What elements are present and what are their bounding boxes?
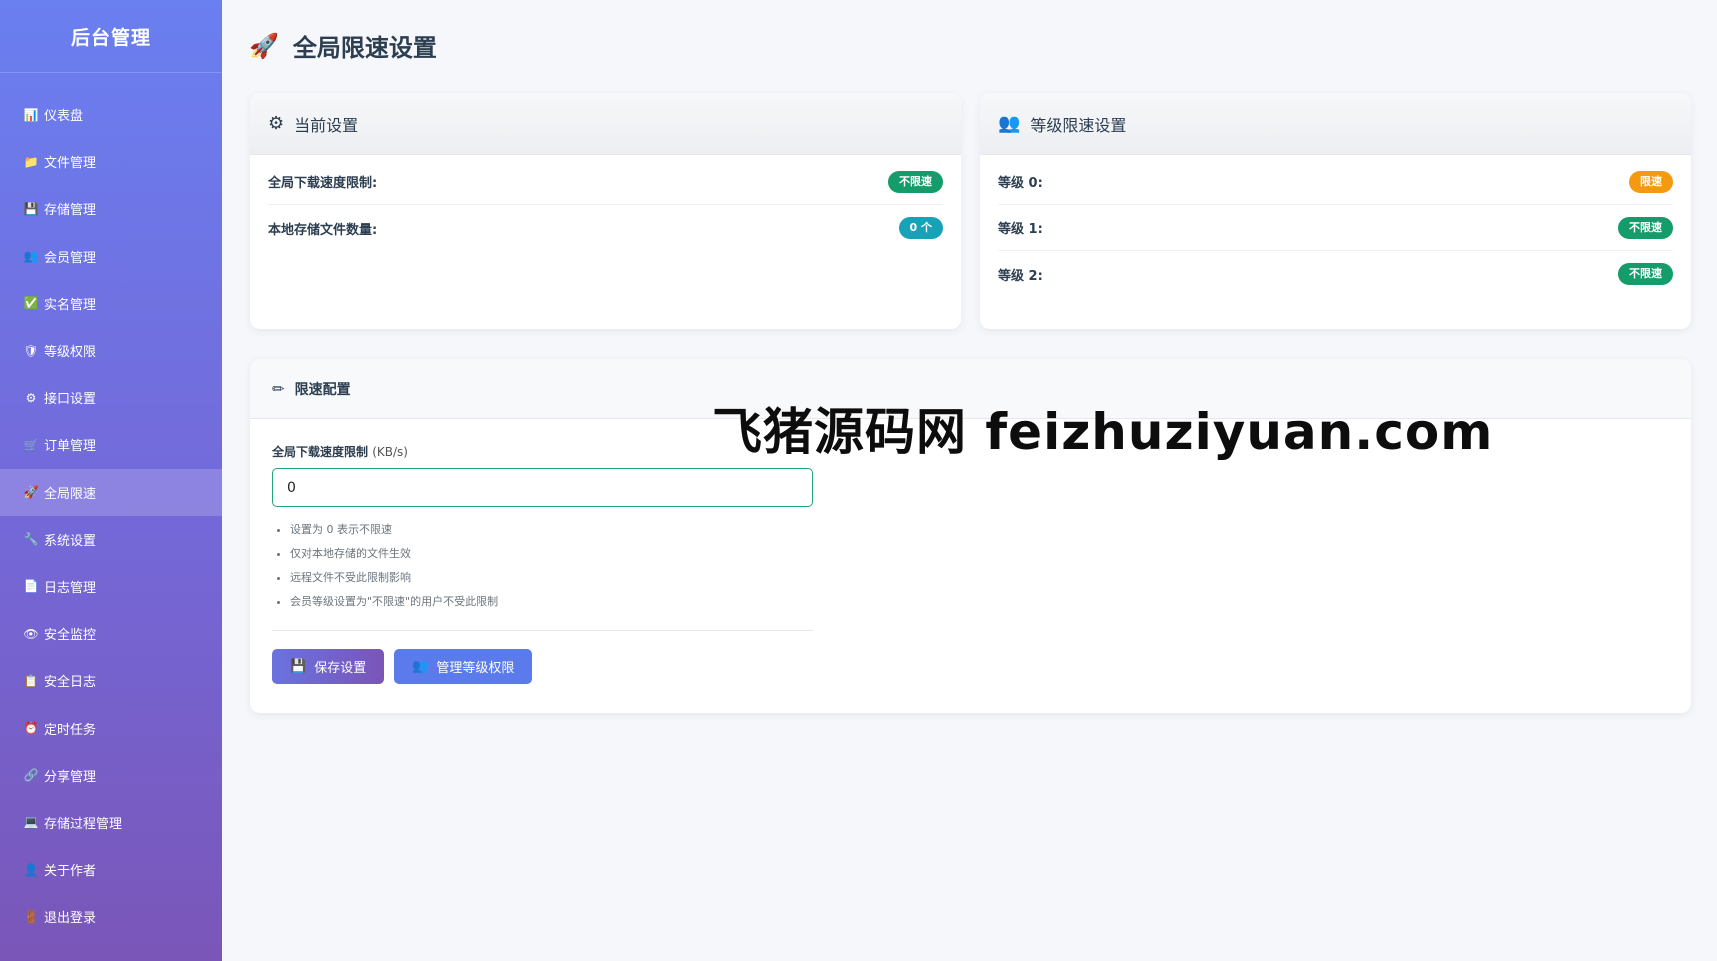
page-title: 全局限速设置 [292,34,437,62]
level-settings-card: 👥 等级限速设置 等级 0: 限速 等级 1: 不限速 等级 2: 不限速 [980,93,1691,329]
gear-icon: ⚙ [268,113,285,134]
sidebar-item-members[interactable]: 👥 会员管理 [0,233,222,280]
current-settings-card: ⚙ 当前设置 全局下载速度限制: 不限速 本地存储文件数量: 0 个 [250,93,961,329]
level-row-2: 等级 2: 不限速 [998,251,1673,297]
pencil-icon: ✏ [272,379,285,398]
alarm-clock-icon: ⏰ [23,721,39,736]
speed-config-title: 限速配置 [294,381,351,398]
sidebar-item-files[interactable]: 📁 文件管理 [0,138,222,185]
chart-icon: 📊 [23,107,39,122]
sidebar-item-logout[interactable]: 🚪 退出登录 [0,893,222,940]
brand-title: 后台管理 [0,0,222,73]
manage-levels-button[interactable]: 👥 管理等级权限 [394,649,533,684]
sidebar: 后台管理 📊 仪表盘 📁 文件管理 💾 存储管理 👥 会员管理 ✅ 实名管理 🛡 等级权限 … [0,0,222,961]
status-badge: 不限速 [1618,216,1673,239]
cart-icon: 🛒 [23,437,39,452]
hint-item: 会员等级设置为"不限速"的用户不受此限制 [290,590,1669,614]
button-group: 💾 保存设置 👥 管理等级权限 [272,649,1669,684]
speed-limit-input[interactable] [272,468,813,507]
sidebar-item-speed-limit[interactable]: 🚀 全局限速 [0,468,222,516]
eye-icon: 👁 [23,626,39,641]
document-icon: 📄 [23,579,39,594]
link-icon: 🔗 [23,768,39,783]
clipboard-icon: 📋 [23,673,39,688]
status-badge: 限速 [1629,170,1673,193]
sidebar-item-about[interactable]: 👤 关于作者 [0,846,222,893]
folder-icon: 📁 [23,154,39,169]
rocket-icon: 🚀 [249,31,279,60]
sidebar-item-security-log[interactable]: 📋 安全日志 [0,657,222,704]
user-icon: 👤 [23,862,39,877]
main-content: 🚀 全局限速设置 ⚙ 当前设置 全局下载速度限制: 不限速 本地存储文件数量: … [222,0,1717,961]
hint-item: 仅对本地存储的文件生效 [290,542,1669,566]
users-icon: 👥 [998,113,1021,134]
status-badge: 不限速 [1618,263,1673,285]
level-row-0: 等级 0: 限速 [998,159,1673,205]
hint-item: 远程文件不受此限制影响 [290,566,1669,590]
current-settings-header: ⚙ 当前设置 [250,93,961,155]
page-header: 🚀 全局限速设置 [249,28,437,63]
users-icon: 👥 [412,659,429,674]
setting-row-local-files: 本地存储文件数量: 0 个 [268,205,943,251]
hint-item: 设置为 0 表示不限速 [290,518,1669,542]
floppy-icon: 💾 [23,201,39,216]
check-icon: ✅ [23,296,39,311]
level-row-1: 等级 1: 不限速 [998,205,1673,251]
divider [272,630,813,631]
gear-icon: ⚙ [25,390,37,405]
shield-icon: 🛡 [23,343,39,358]
sidebar-item-orders[interactable]: 🛒 订单管理 [0,421,222,468]
sidebar-item-api[interactable]: ⚙ 接口设置 [0,374,222,421]
sidebar-item-procedures[interactable]: 💻 存储过程管理 [0,799,222,846]
hint-list: 设置为 0 表示不限速 仅对本地存储的文件生效 远程文件不受此限制影响 会员等级… [272,518,1669,614]
save-settings-button[interactable]: 💾 保存设置 [272,649,385,684]
sidebar-item-storage[interactable]: 💾 存储管理 [0,185,222,232]
laptop-icon: 💻 [23,815,39,830]
rocket-icon: 🚀 [23,485,39,500]
sidebar-item-realname[interactable]: ✅ 实名管理 [0,280,222,327]
door-icon: 🚪 [23,909,39,924]
sidebar-item-logs[interactable]: 📄 日志管理 [0,563,222,610]
sidebar-item-levels[interactable]: 🛡 等级权限 [0,327,222,374]
wrench-icon: 🔧 [23,532,39,547]
setting-row-global-speed: 全局下载速度限制: 不限速 [268,159,943,205]
sidebar-item-system[interactable]: 🔧 系统设置 [0,516,222,563]
sidebar-item-security-monitor[interactable]: 👁 安全监控 [0,610,222,657]
status-badge: 不限速 [888,170,943,193]
sidebar-item-dashboard[interactable]: 📊 仪表盘 [0,91,222,138]
floppy-icon: 💾 [290,659,307,674]
sidebar-item-cron[interactable]: ⏰ 定时任务 [0,704,222,751]
level-settings-title: 等级限速设置 [1030,115,1127,135]
users-icon: 👥 [23,249,39,264]
current-settings-title: 当前设置 [294,115,359,135]
count-badge: 0 个 [898,217,943,239]
sidebar-nav: 📊 仪表盘 📁 文件管理 💾 存储管理 👥 会员管理 ✅ 实名管理 🛡 等级权限 ⚙ 接口设置… [0,73,222,940]
level-settings-header: 👥 等级限速设置 [980,93,1691,155]
watermark-text: 飞猪源码网 feizhuziyuan.com [712,403,1494,461]
sidebar-item-shares[interactable]: 🔗 分享管理 [0,752,222,799]
